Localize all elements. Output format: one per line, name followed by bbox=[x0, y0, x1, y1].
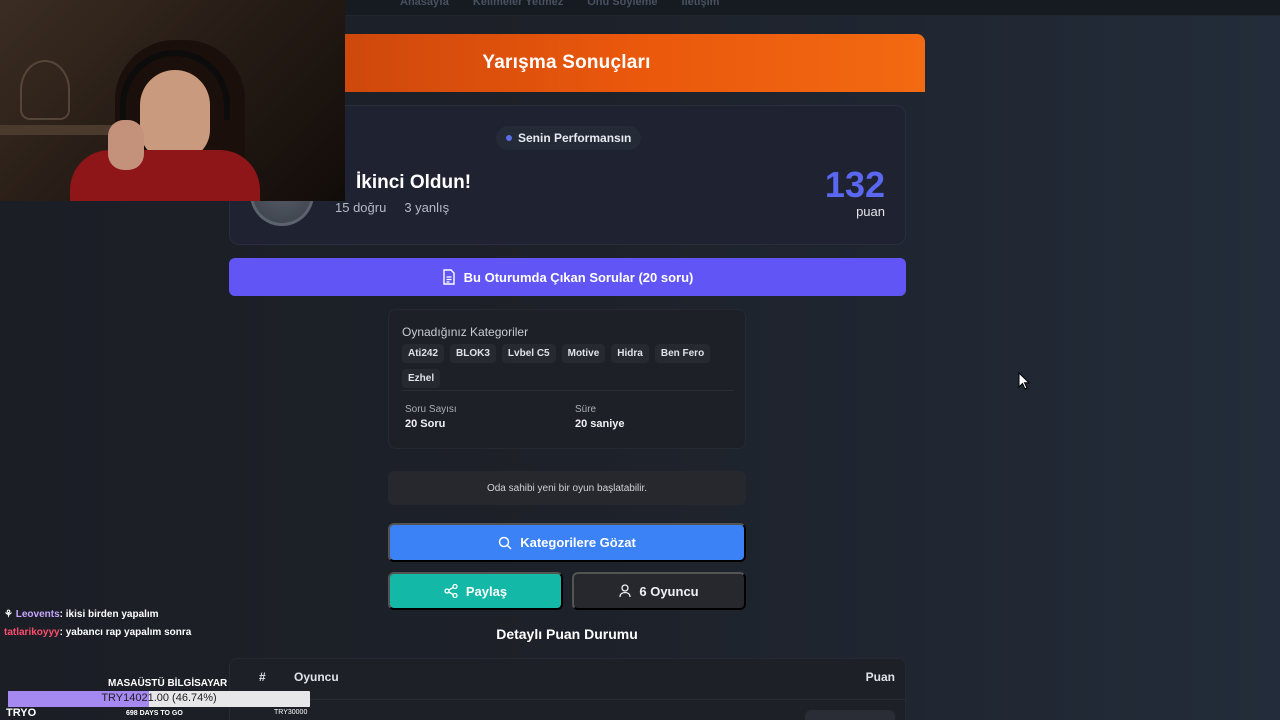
question-count-label: Soru Sayısı bbox=[405, 404, 457, 415]
session-questions-button[interactable]: Bu Oturumda Çıkan Sorular (20 soru) bbox=[229, 258, 906, 296]
detailed-score-title: Detaylı Puan Durumu bbox=[496, 626, 638, 642]
chat-message: : ikisi birden yapalım bbox=[59, 609, 159, 620]
mouse-cursor-icon bbox=[1018, 372, 1030, 390]
webcam-shelf bbox=[0, 125, 120, 135]
score-value: 132 bbox=[824, 164, 885, 205]
chat-line: tatlarikoyyy: yabancı rap yapalım sonra bbox=[4, 624, 191, 642]
pill-dot-icon bbox=[506, 135, 512, 141]
goal-progress-text: TRY14021.00 (46.74%) bbox=[101, 692, 217, 704]
goal-left-label: TRYO bbox=[6, 707, 37, 719]
correct-count: 15 doğru bbox=[335, 200, 387, 215]
webcam-lamp bbox=[20, 60, 70, 120]
time-value: 20 saniye bbox=[575, 418, 625, 430]
time-block: Süre 20 saniye bbox=[575, 404, 625, 430]
chat-line: ⚘ Leovents: ikisi birden yapalım bbox=[4, 606, 191, 624]
question-count-block: Soru Sayısı 20 Soru bbox=[405, 404, 457, 430]
categories-title: Oynadığınız Kategoriler bbox=[402, 325, 529, 339]
nav-link-words[interactable]: Kelimeler Yetmez bbox=[473, 0, 563, 8]
category-tag: Ben Fero bbox=[654, 344, 711, 363]
category-tag: Hidra bbox=[611, 344, 649, 363]
category-tag: Ati242 bbox=[402, 344, 445, 363]
chat-username: tatlarikoyyy bbox=[4, 627, 60, 638]
players-button[interactable]: 6 Oyuncu bbox=[572, 572, 746, 610]
user-icon bbox=[619, 584, 632, 598]
answer-stats: 15 doğru 3 yanlış bbox=[335, 200, 449, 215]
nav-link-contact[interactable]: İletişim bbox=[682, 0, 720, 8]
wrong-count: 3 yanlış bbox=[404, 200, 450, 215]
webcam-sweater bbox=[70, 150, 260, 201]
category-tag: Lvbel C5 bbox=[501, 344, 556, 363]
goal-days-label: 698 DAYS TO GO bbox=[126, 710, 183, 717]
performance-pill-label: Senin Performansın bbox=[518, 131, 632, 145]
goal-right-label: TRY30000 bbox=[274, 709, 308, 716]
score-pill bbox=[805, 710, 895, 720]
performance-pill: Senin Performansın bbox=[496, 126, 642, 150]
categories-divider bbox=[402, 390, 734, 391]
players-label: 6 Oyuncu bbox=[639, 583, 699, 599]
question-count-value: 20 Soru bbox=[405, 418, 446, 430]
time-label: Süre bbox=[575, 404, 597, 415]
category-tag: Ezhel bbox=[402, 369, 441, 388]
owner-note: Oda sahibi yeni bir oyun başlatabilir. bbox=[388, 471, 746, 505]
chat-overlay: ⚘ Leovents: ikisi birden yapalım tatlari… bbox=[4, 606, 191, 642]
session-questions-label: Bu Oturumda Çıkan Sorular (20 soru) bbox=[463, 269, 694, 285]
place-title: İkinci Oldun! bbox=[356, 172, 472, 193]
browse-categories-button[interactable]: Kategorilere Gözat bbox=[388, 523, 746, 562]
share-icon bbox=[444, 584, 458, 598]
nav-link-home[interactable]: Anasayfa bbox=[400, 0, 449, 8]
webcam-overlay bbox=[0, 0, 345, 201]
table-row bbox=[230, 699, 905, 720]
column-score: Puan bbox=[865, 670, 895, 684]
goal-title: MASAÜSTÜ BİLGİSAYAR bbox=[108, 678, 228, 689]
category-tags: Ati242 BLOK3 Lvbel C5 Motive Hidra Ben F… bbox=[402, 344, 732, 388]
nav-links: Anasayfa Kelimeler Yetmez Onu Söyleme İl… bbox=[400, 0, 719, 8]
column-rank: # bbox=[259, 670, 266, 684]
score-unit: puan bbox=[856, 204, 885, 219]
search-icon bbox=[498, 536, 512, 550]
categories-card: Oynadığınız Kategoriler Ati242 BLOK3 Lvb… bbox=[388, 309, 746, 449]
webcam-hand bbox=[108, 120, 144, 170]
chat-badge-icon: ⚘ bbox=[4, 609, 16, 620]
chat-username: Leovents bbox=[15, 609, 60, 620]
category-tag: BLOK3 bbox=[450, 344, 496, 363]
column-player: Oyuncu bbox=[294, 670, 339, 684]
category-tag: Motive bbox=[561, 344, 606, 363]
goal-progress-bar: TRY14021.00 (46.74%) bbox=[8, 691, 310, 707]
score-table: # Oyuncu Puan bbox=[229, 658, 906, 720]
document-icon bbox=[442, 269, 455, 285]
results-title: Yarışma Sonuçları bbox=[482, 52, 651, 73]
score-table-header: # Oyuncu Puan bbox=[230, 659, 905, 695]
nav-link-taboo[interactable]: Onu Söyleme bbox=[587, 0, 657, 8]
share-label: Paylaş bbox=[465, 583, 508, 599]
browse-categories-label: Kategorilere Gözat bbox=[520, 535, 636, 550]
share-button[interactable]: Paylaş bbox=[388, 572, 563, 610]
chat-message: : yabancı rap yapalım sonra bbox=[59, 627, 192, 638]
